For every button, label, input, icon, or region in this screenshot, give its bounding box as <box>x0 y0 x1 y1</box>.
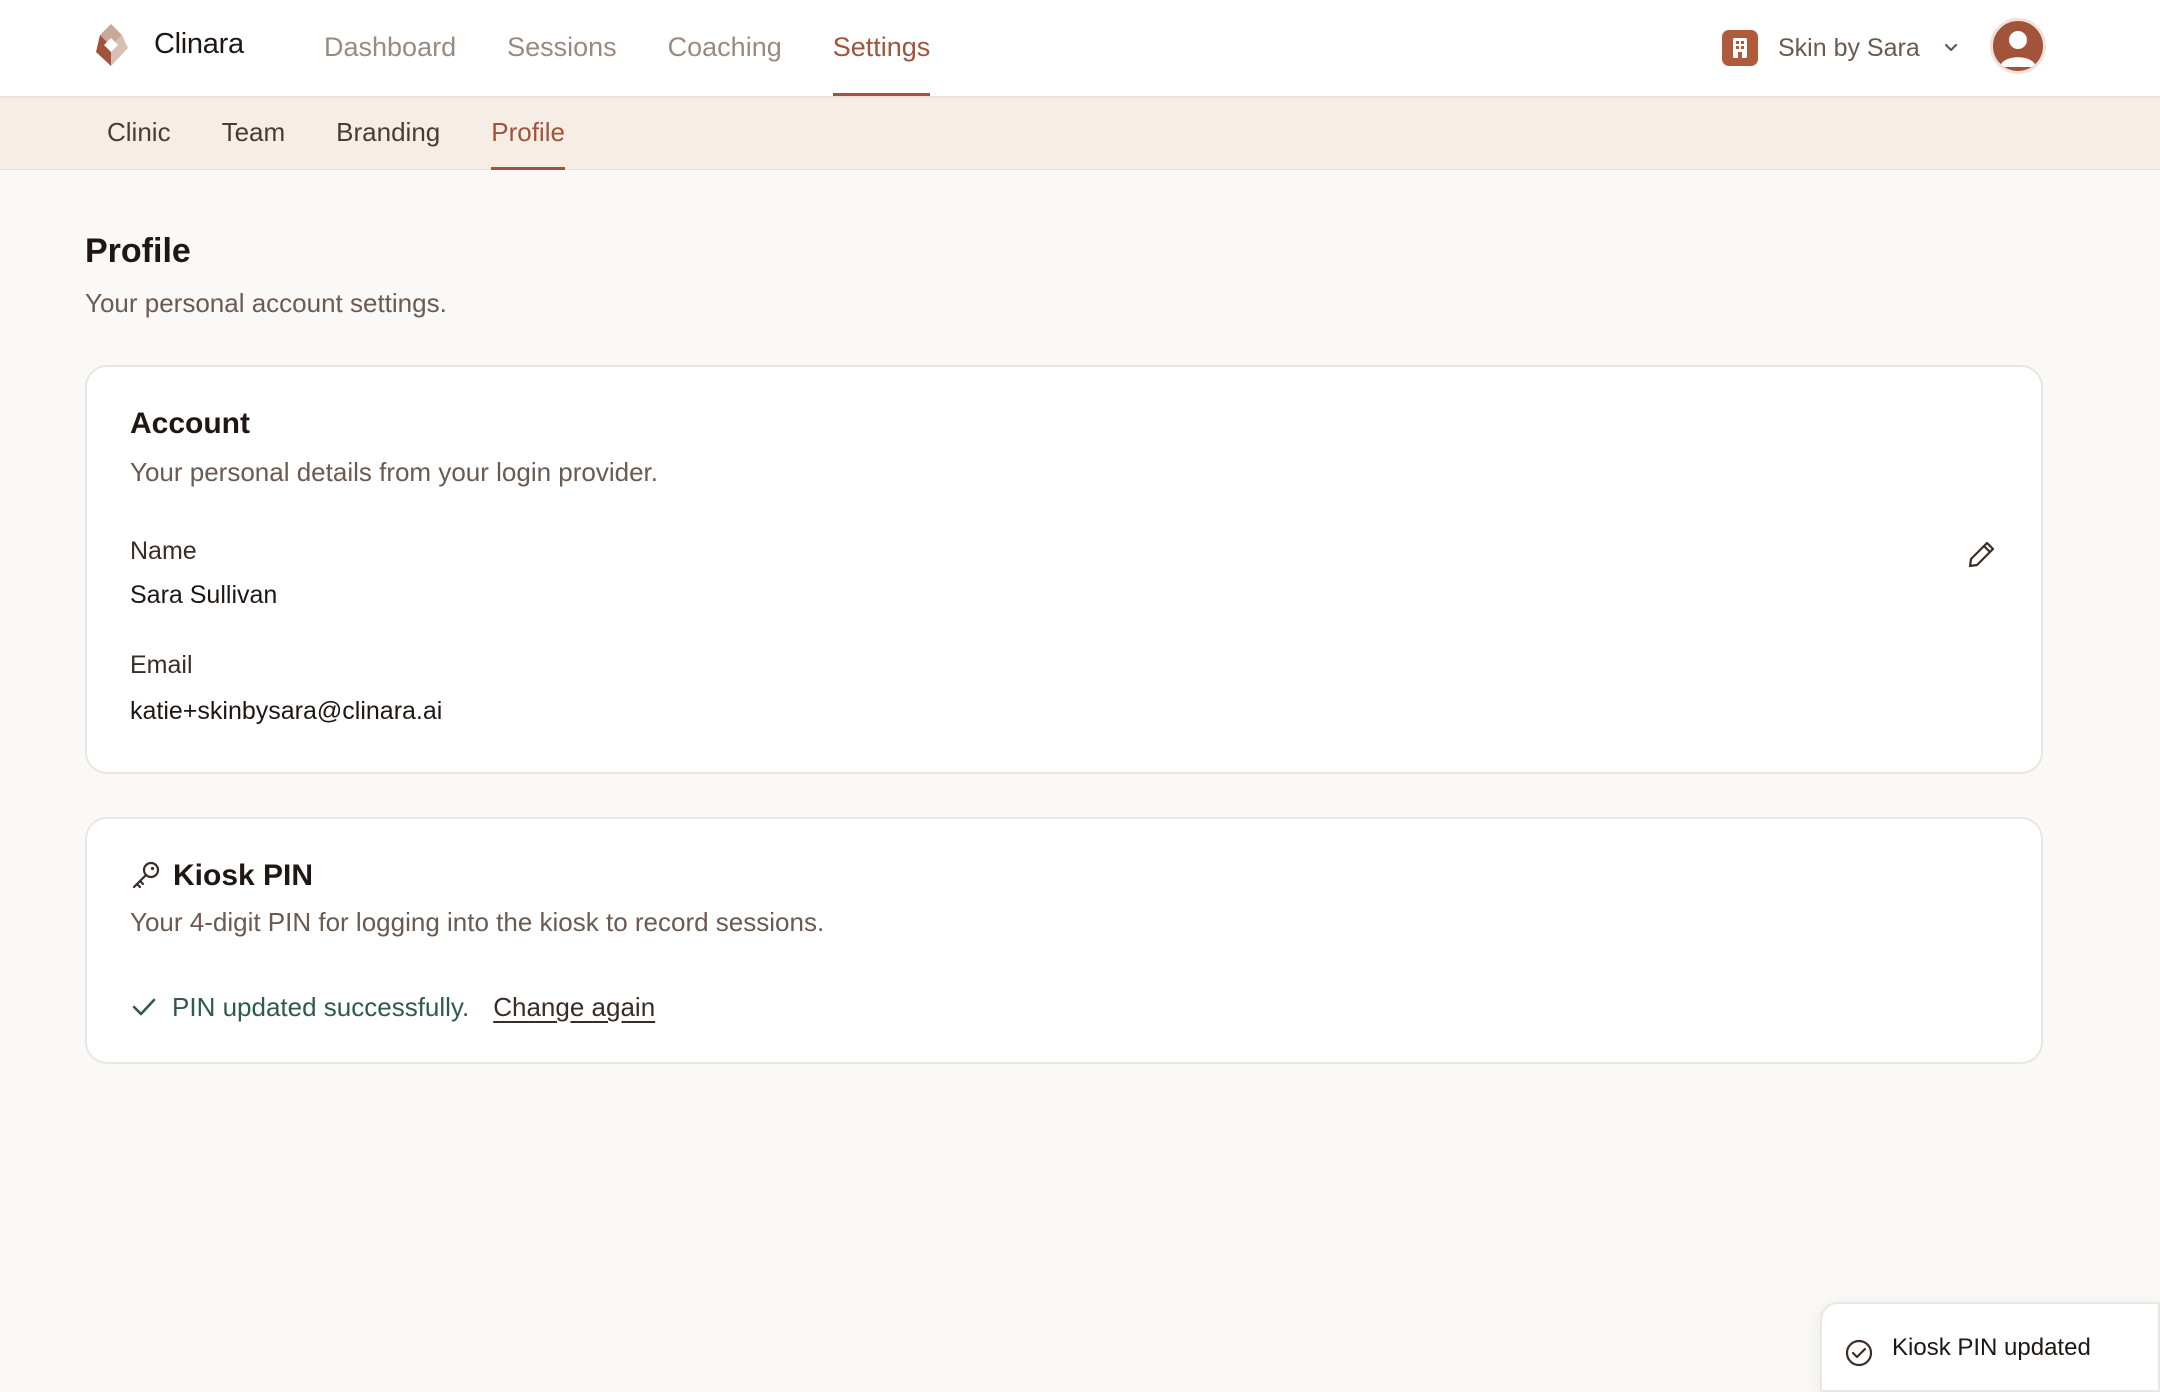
nav-settings[interactable]: Settings <box>832 0 930 98</box>
account-card: Account Your personal details from your … <box>85 365 2043 774</box>
kiosk-pin-title: Kiosk PIN <box>173 859 314 892</box>
name-label: Name <box>130 537 197 565</box>
page-title: Profile <box>85 232 191 270</box>
brand-name[interactable]: Clinara <box>154 28 244 61</box>
nav-sessions[interactable]: Sessions <box>507 0 617 98</box>
nav-dashboard[interactable]: Dashboard <box>324 0 456 98</box>
toast-text: Kiosk PIN updated <box>1892 1334 2091 1361</box>
change-pin-link[interactable]: Change again <box>493 992 655 1023</box>
settings-tabs: Clinic Team Branding Profile <box>107 98 616 170</box>
tab-profile[interactable]: Profile <box>491 98 565 170</box>
email-value: katie+skinbysara@clinara.ai <box>130 697 443 725</box>
user-avatar[interactable] <box>1990 18 2046 74</box>
top-bar: Clinara Dashboard Sessions Coaching Sett… <box>0 0 2160 98</box>
kiosk-pin-card: Kiosk PIN Your 4-digit PIN for logging i… <box>85 817 2043 1064</box>
building-icon <box>1722 30 1758 66</box>
user-icon <box>2000 31 2036 67</box>
pin-status-row: PIN updated successfully. Change again <box>130 989 655 1025</box>
tab-branding[interactable]: Branding <box>336 98 440 170</box>
name-value: Sara Sullivan <box>130 581 278 609</box>
tab-clinic[interactable]: Clinic <box>107 98 171 170</box>
account-subtitle: Your personal details from your login pr… <box>130 457 658 487</box>
pin-status-text: PIN updated successfully. <box>172 991 470 1022</box>
chevron-down-icon <box>1944 43 1957 52</box>
kiosk-pin-subtitle: Your 4-digit PIN for logging into the ki… <box>130 907 825 937</box>
toast-notification: Kiosk PIN updated <box>1820 1302 2160 1392</box>
check-circle-icon <box>1845 1339 1873 1367</box>
email-label: Email <box>130 651 193 679</box>
clinic-name: Skin by Sara <box>1778 33 1920 62</box>
nav-coaching[interactable]: Coaching <box>668 0 782 98</box>
edit-pencil-icon[interactable] <box>1965 537 1999 571</box>
tab-team[interactable]: Team <box>222 98 286 170</box>
clinic-switcher[interactable]: Skin by Sara <box>1722 28 1960 68</box>
page-subtitle: Your personal account settings. <box>85 288 447 318</box>
clinara-logo-icon[interactable] <box>88 22 134 68</box>
settings-tabs-bar: Clinic Team Branding Profile <box>0 98 2160 170</box>
key-icon <box>132 861 160 889</box>
account-title: Account <box>130 407 250 440</box>
main-nav: Dashboard Sessions Coaching Settings <box>324 0 981 98</box>
check-icon <box>132 998 156 1016</box>
